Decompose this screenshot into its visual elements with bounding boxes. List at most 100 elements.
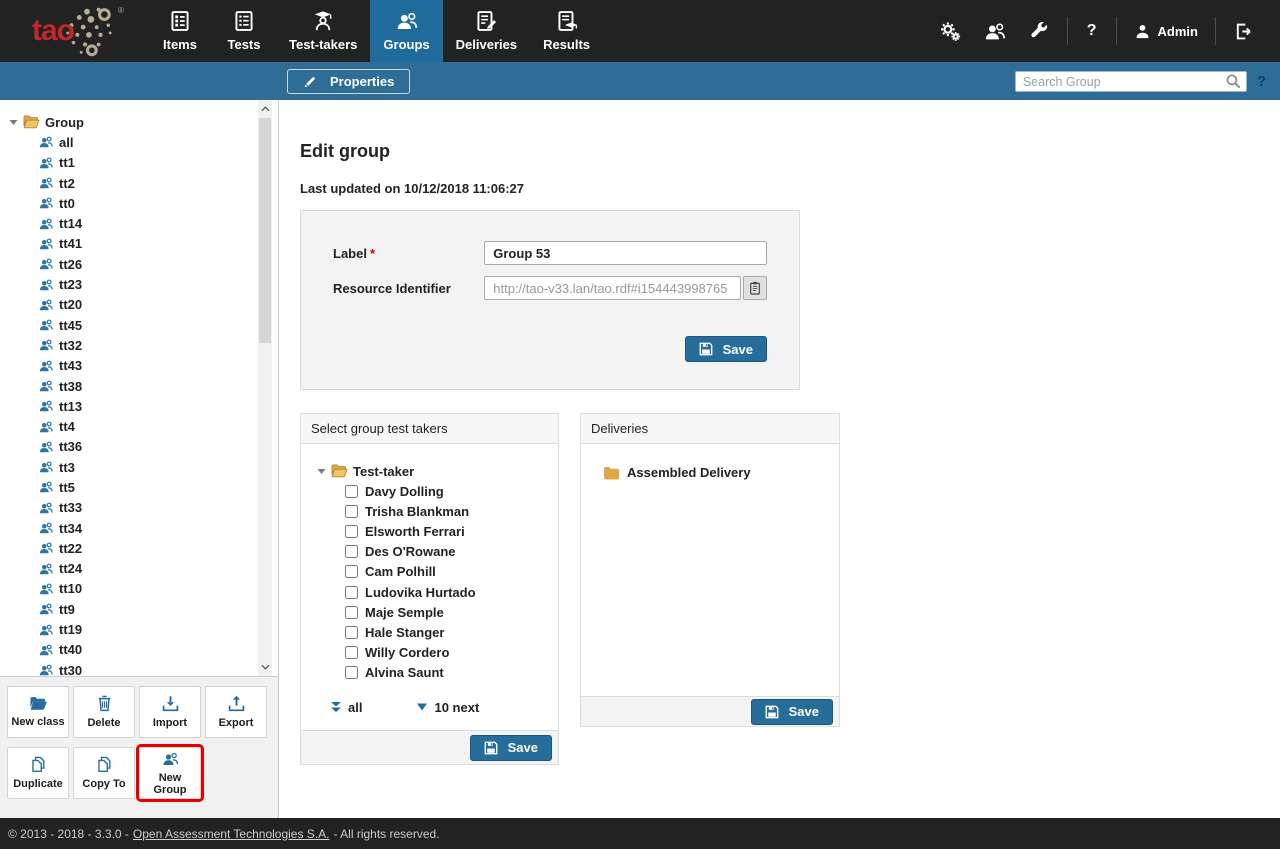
tree-root-group[interactable]: Group	[0, 112, 278, 132]
tree-item-group[interactable]: tt45	[0, 315, 278, 335]
scrollbar-thumb[interactable]	[259, 118, 271, 343]
test-taker-checkbox[interactable]	[345, 646, 358, 659]
tree-item-label: tt38	[59, 379, 82, 394]
toolbar-help-icon[interactable]: ?	[1257, 73, 1266, 90]
oat-link[interactable]: Open Assessment Technologies S.A.	[133, 827, 330, 841]
tao-logo[interactable]: tao ®	[0, 0, 148, 62]
properties-button[interactable]: Properties	[287, 69, 410, 94]
help-icon[interactable]: ?	[1075, 22, 1109, 40]
group-users-icon	[38, 217, 54, 231]
tree-item-group[interactable]: tt33	[0, 498, 278, 518]
delete-button[interactable]: Delete	[73, 686, 135, 738]
scroll-up-icon[interactable]	[258, 102, 272, 116]
copy-to-button[interactable]: Copy To	[73, 747, 135, 799]
tree-item-group[interactable]: tt3	[0, 457, 278, 477]
user-menu[interactable]: Admin	[1124, 23, 1208, 40]
search-input[interactable]	[1015, 71, 1247, 92]
group-users-icon	[38, 379, 54, 393]
tree-item-group[interactable]: tt9	[0, 599, 278, 619]
test-taker-checkbox[interactable]	[345, 545, 358, 558]
test-taker-list: Davy Dolling Trisha Blankman Elsworth Fe…	[317, 481, 550, 683]
test-taker-checkbox[interactable]	[345, 565, 358, 578]
load-all-link[interactable]: all	[330, 700, 362, 715]
tree-item-group[interactable]: tt14	[0, 213, 278, 233]
tree-item-group[interactable]: tt10	[0, 579, 278, 599]
test-taker-checkbox[interactable]	[345, 505, 358, 518]
tree-item-group[interactable]: all	[0, 132, 278, 152]
import-button[interactable]: Import	[139, 686, 201, 738]
search-icon[interactable]	[1225, 73, 1242, 90]
tree-item-group[interactable]: tt32	[0, 335, 278, 355]
required-mark: *	[370, 246, 375, 261]
tree-item-group[interactable]: tt43	[0, 356, 278, 376]
tree-item-group[interactable]: tt26	[0, 254, 278, 274]
test-taker-checkbox[interactable]	[345, 606, 358, 619]
test-taker-root-node[interactable]: Test-taker	[317, 461, 550, 481]
tree-item-label: tt9	[59, 602, 75, 617]
copy-resource-button[interactable]	[743, 276, 767, 300]
tab-tests[interactable]: Tests	[212, 0, 276, 62]
form-save-button[interactable]: Save	[685, 336, 767, 362]
load-next-link[interactable]: 10 next	[416, 700, 479, 715]
tree-item-label: tt45	[59, 318, 82, 333]
label-field[interactable]	[484, 241, 767, 265]
tree-item-group[interactable]: tt30	[0, 660, 278, 676]
tree-item-group[interactable]: tt5	[0, 477, 278, 497]
tab-groups[interactable]: Groups	[370, 0, 442, 62]
tree-item-group[interactable]: tt40	[0, 640, 278, 660]
tree-item-group[interactable]: tt20	[0, 295, 278, 315]
clipboard-icon	[749, 281, 761, 295]
double-chevron-down-icon	[330, 701, 342, 713]
tree-scrollbar[interactable]	[258, 100, 272, 676]
group-users-icon	[38, 196, 54, 210]
resource-identifier-field	[484, 276, 741, 300]
tree-item-group[interactable]: tt24	[0, 559, 278, 579]
test-taker-checkbox[interactable]	[345, 485, 358, 498]
test-taker-checkbox[interactable]	[345, 525, 358, 538]
tree-item-group[interactable]: tt34	[0, 518, 278, 538]
folder-open-icon	[23, 115, 40, 129]
tree-item-group[interactable]: tt2	[0, 173, 278, 193]
tab-results[interactable]: Results	[530, 0, 603, 62]
deliveries-save-button[interactable]: Save	[751, 699, 833, 725]
tree-item-group[interactable]: tt23	[0, 274, 278, 294]
logout-icon[interactable]	[1223, 22, 1264, 41]
group-users-icon	[38, 562, 54, 576]
tab-deliveries[interactable]: Deliveries	[443, 0, 530, 62]
main-nav-tabs: Items Tests Test-takers Groups Deliverie…	[148, 0, 603, 62]
settings-icon[interactable]	[929, 21, 972, 42]
tree-item-group[interactable]: tt22	[0, 538, 278, 558]
assembled-delivery-node[interactable]: Assembled Delivery	[603, 465, 839, 480]
new-class-button[interactable]: New class	[7, 686, 69, 738]
duplicate-button[interactable]: Duplicate	[7, 747, 69, 799]
caret-down-icon[interactable]	[317, 468, 326, 475]
test-taker-checkbox[interactable]	[345, 666, 358, 679]
tree-item-label: tt43	[59, 358, 82, 373]
tree-item-group[interactable]: tt19	[0, 619, 278, 639]
tree-item-group[interactable]: tt38	[0, 376, 278, 396]
tree-item-group[interactable]: tt0	[0, 193, 278, 213]
tree-item-group[interactable]: tt41	[0, 234, 278, 254]
group-users-icon	[38, 257, 54, 271]
tree-item-group[interactable]: tt13	[0, 396, 278, 416]
caret-down-icon[interactable]	[9, 119, 18, 126]
tree-item-group[interactable]: tt4	[0, 416, 278, 436]
test-taker-row: Maje Semple	[317, 602, 550, 622]
scroll-down-icon[interactable]	[258, 660, 272, 674]
test-taker-checkbox[interactable]	[345, 586, 358, 599]
group-users-icon	[38, 521, 54, 535]
user-management-icon[interactable]	[972, 21, 1018, 42]
test-taker-checkbox[interactable]	[345, 626, 358, 639]
test-takers-save-button[interactable]: Save	[470, 735, 552, 761]
search-area: ?	[1015, 71, 1266, 92]
export-button[interactable]: Export	[205, 686, 267, 738]
tab-label: Groups	[383, 37, 429, 52]
wrench-icon[interactable]	[1018, 21, 1060, 41]
tab-test-takers[interactable]: Test-takers	[276, 0, 370, 62]
new-group-button[interactable]: New Group	[139, 747, 201, 799]
tree-item-group[interactable]: tt36	[0, 437, 278, 457]
tab-items[interactable]: Items	[148, 0, 212, 62]
tree-item-label: tt3	[59, 460, 75, 475]
tree-item-group[interactable]: tt1	[0, 153, 278, 173]
group-users-icon	[38, 663, 54, 676]
